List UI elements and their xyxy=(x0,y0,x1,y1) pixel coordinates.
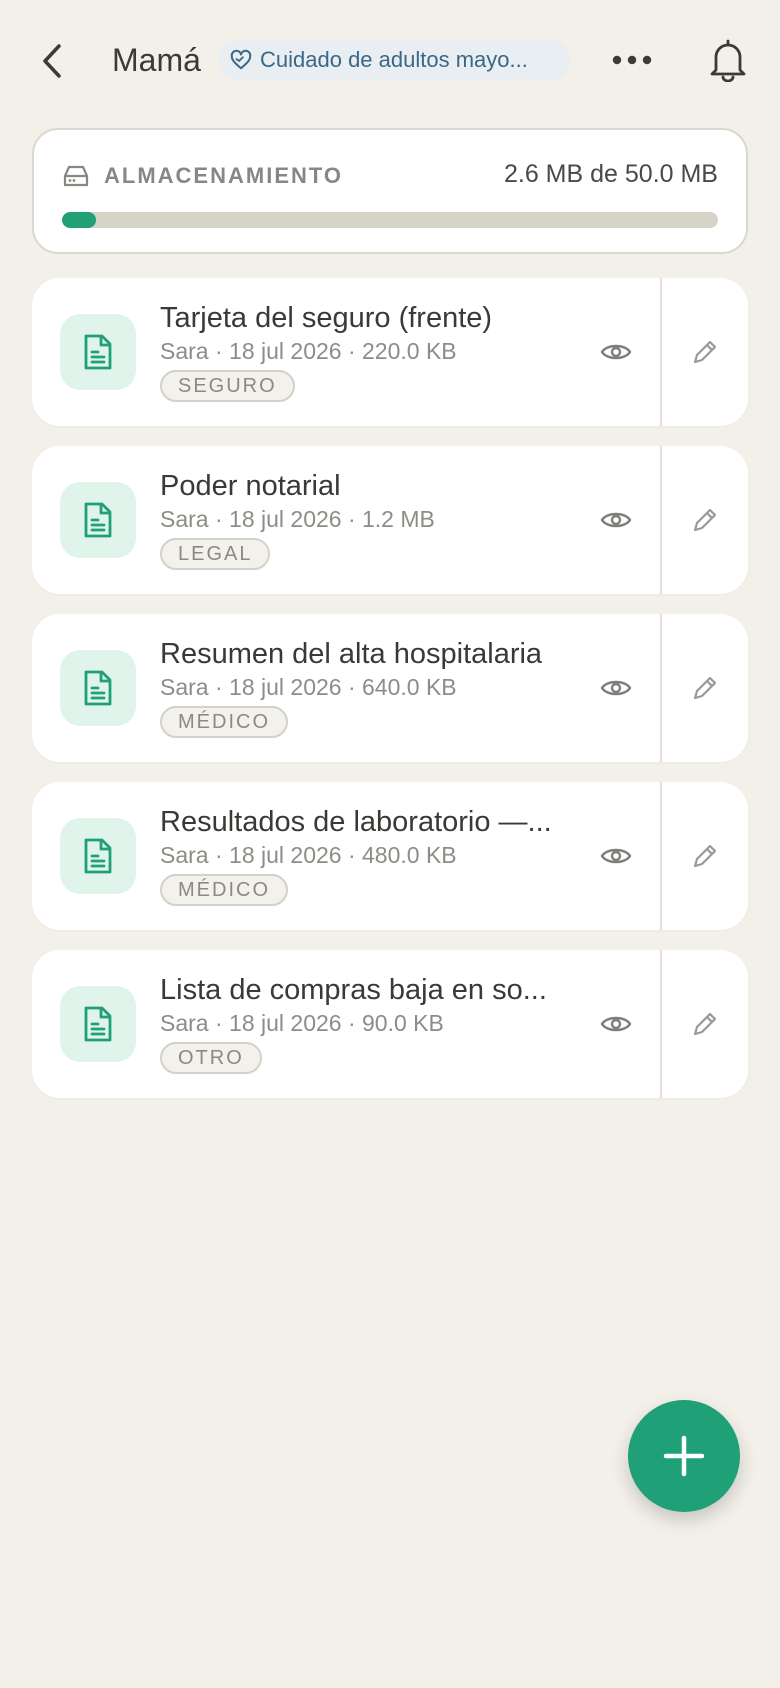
eye-icon xyxy=(600,848,632,864)
storage-progress-bar xyxy=(62,212,718,228)
plus-icon xyxy=(663,1435,705,1477)
document-thumbnail xyxy=(60,314,136,390)
storage-progress-fill xyxy=(62,212,97,228)
storage-label: ALMACENAMIENTO xyxy=(104,163,344,188)
group-chip-label: Cuidado de adultos mayo... xyxy=(260,47,528,72)
view-document-button[interactable] xyxy=(592,496,640,544)
document-meta: Sara · 18 jul 2026 · 220.0 KB xyxy=(160,338,457,364)
document-card[interactable]: Tarjeta del seguro (frente) Sara · 18 ju… xyxy=(32,278,748,426)
document-title: Tarjeta del seguro (frente) xyxy=(160,302,493,334)
add-document-button[interactable] xyxy=(628,1400,740,1512)
edit-document-button[interactable] xyxy=(662,614,748,762)
view-document-button[interactable] xyxy=(592,664,640,712)
edit-document-button[interactable] xyxy=(662,782,748,930)
storage-card: ALMACENAMIENTO 2.6 MB de 50.0 MB xyxy=(32,128,748,254)
file-text-icon xyxy=(84,334,112,370)
view-document-button[interactable] xyxy=(592,328,640,376)
edit-document-button[interactable] xyxy=(662,446,748,594)
bell-icon xyxy=(710,39,746,82)
eye-icon xyxy=(600,512,632,528)
eye-icon xyxy=(600,344,632,360)
storage-usage-text: 2.6 MB de 50.0 MB xyxy=(503,160,718,188)
notifications-button[interactable] xyxy=(704,36,752,84)
document-category-tag: LEGAL xyxy=(160,538,271,570)
document-thumbnail xyxy=(60,986,136,1062)
file-text-icon xyxy=(84,670,112,706)
file-text-icon xyxy=(84,1006,112,1042)
document-title: Resultados de laboratorio —... xyxy=(160,806,552,838)
document-thumbnail xyxy=(60,818,136,894)
document-list: Tarjeta del seguro (frente) Sara · 18 ju… xyxy=(32,278,748,1118)
document-title: Poder notarial xyxy=(160,470,341,502)
document-meta: Sara · 18 jul 2026 · 90.0 KB xyxy=(160,1010,444,1036)
page-title: Mamá xyxy=(112,42,201,78)
document-title: Lista de compras baja en so... xyxy=(160,974,547,1006)
heart-hand-icon xyxy=(230,49,252,70)
document-category-tag: SEGURO xyxy=(160,370,295,402)
more-options-button[interactable] xyxy=(608,40,656,80)
hard-drive-icon xyxy=(63,165,89,187)
back-button[interactable] xyxy=(32,36,72,86)
document-meta: Sara · 18 jul 2026 · 1.2 MB xyxy=(160,506,435,532)
document-card[interactable]: Lista de compras baja en so... Sara · 18… xyxy=(32,950,748,1098)
pencil-icon xyxy=(693,844,717,868)
file-text-icon xyxy=(84,502,112,538)
document-category-tag: MÉDICO xyxy=(160,706,288,738)
view-document-button[interactable] xyxy=(592,1000,640,1048)
edit-document-button[interactable] xyxy=(662,278,748,426)
eye-icon xyxy=(600,1016,632,1032)
view-document-button[interactable] xyxy=(592,832,640,880)
pencil-icon xyxy=(693,508,717,532)
edit-document-button[interactable] xyxy=(662,950,748,1098)
ellipsis-icon xyxy=(612,55,652,65)
pencil-icon xyxy=(693,676,717,700)
document-meta: Sara · 18 jul 2026 · 640.0 KB xyxy=(160,674,457,700)
group-chip[interactable]: Cuidado de adultos mayo... xyxy=(218,39,570,81)
pencil-icon xyxy=(693,340,717,364)
document-card[interactable]: Resultados de laboratorio —... Sara · 18… xyxy=(32,782,748,930)
document-thumbnail xyxy=(60,650,136,726)
document-category-tag: OTRO xyxy=(160,1042,262,1074)
document-card[interactable]: Poder notarial Sara · 18 jul 2026 · 1.2 … xyxy=(32,446,748,594)
document-category-tag: MÉDICO xyxy=(160,874,288,906)
file-text-icon xyxy=(84,838,112,874)
document-title: Resumen del alta hospitalaria xyxy=(160,638,543,670)
document-thumbnail xyxy=(60,482,136,558)
chevron-left-icon xyxy=(43,44,61,78)
app-header: Mamá Cuidado de adultos mayo... xyxy=(0,0,780,120)
eye-icon xyxy=(600,680,632,696)
document-card[interactable]: Resumen del alta hospitalaria Sara · 18 … xyxy=(32,614,748,762)
pencil-icon xyxy=(693,1012,717,1036)
document-meta: Sara · 18 jul 2026 · 480.0 KB xyxy=(160,842,457,868)
